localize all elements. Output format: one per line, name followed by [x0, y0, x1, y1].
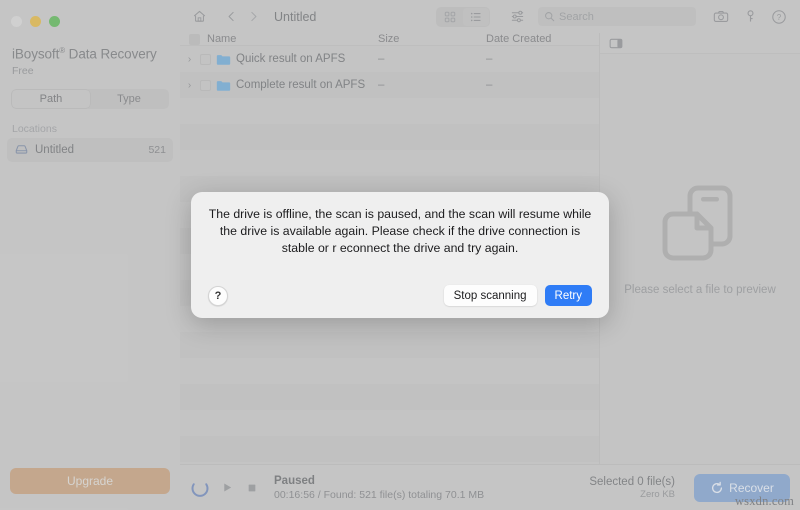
offline-drive-dialog: The drive is offline, the scan is paused…	[191, 192, 609, 318]
watermark: wsxdn.com	[734, 494, 794, 508]
dialog-buttons: Stop scanning Retry	[443, 285, 592, 306]
dialog-message: The drive is offline, the scan is paused…	[208, 207, 592, 255]
dialog-help-button[interactable]: ?	[208, 285, 228, 306]
stop-scanning-button[interactable]: Stop scanning	[443, 285, 537, 306]
retry-button[interactable]: Retry	[544, 285, 592, 306]
dialog-footer: ? Stop scanning Retry	[208, 285, 592, 306]
app-window: iBoysoft® Data Recovery Free Path Type L…	[0, 0, 800, 510]
